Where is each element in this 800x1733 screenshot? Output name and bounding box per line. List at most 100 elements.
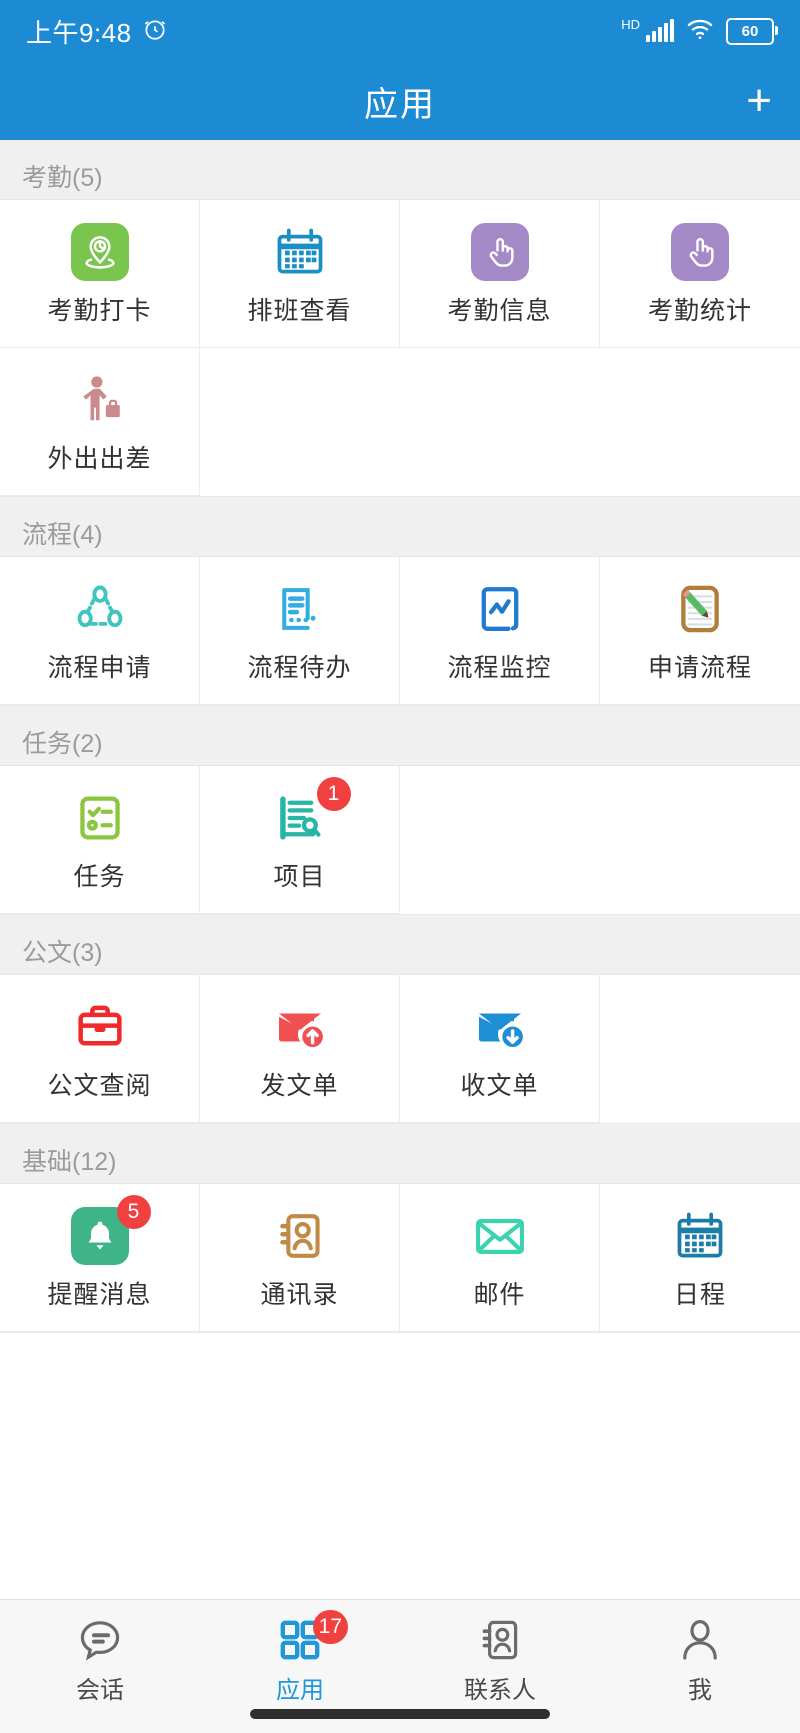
monitor-chart-icon [469, 578, 531, 640]
app-item-label: 任务 [73, 857, 125, 893]
app-item-公文查阅[interactable]: 公文查阅 [0, 975, 200, 1123]
app-grid-empty-cell [400, 348, 600, 496]
item-badge: 5 [117, 1195, 151, 1229]
app-grid: 流程申请 流程待办 流程监控 [0, 557, 800, 706]
chat-bubble-icon [74, 1616, 126, 1664]
envelope-down-icon [469, 996, 531, 1058]
status-bar-right: HD 60 [621, 17, 774, 46]
status-bar-left: 上午9:48 [26, 13, 168, 50]
alarm-clock-icon [142, 16, 168, 47]
add-button[interactable]: + [746, 79, 772, 123]
mail-envelope-icon [469, 1205, 531, 1267]
battery-icon: 60 [726, 18, 774, 45]
section-header: 考勤(5) [0, 140, 800, 200]
app-grid-empty-cell [600, 348, 800, 496]
app-item-邮件[interactable]: 邮件 [400, 1184, 600, 1332]
app-item-申请流程[interactable]: 申请流程 [600, 557, 800, 705]
grid-apps-icon: 17 [274, 1616, 326, 1664]
app-item-label: 排班查看 [247, 291, 351, 327]
checklist-icon [69, 787, 131, 849]
notepad-pencil-icon [669, 578, 731, 640]
app-grid: 考勤打卡 排班查看 [0, 200, 800, 497]
section-header: 公文(3) [0, 915, 800, 975]
tab-联系人[interactable]: 联系人 [400, 1600, 600, 1700]
app-item-label: 外出出差 [47, 439, 151, 475]
app-item-提醒消息[interactable]: 5 提醒消息 [0, 1184, 200, 1332]
app-item-label: 发文单 [260, 1066, 338, 1102]
app-header: 应用 + [0, 62, 800, 140]
app-item-日程[interactable]: 日程 [600, 1184, 800, 1332]
touch-hand-icon [669, 221, 731, 283]
section-header: 基础(12) [0, 1124, 800, 1184]
app-grid-empty-cell [400, 766, 600, 914]
app-item-label: 项目 [273, 857, 325, 893]
app-item-label: 考勤信息 [447, 291, 551, 327]
app-item-收文单[interactable]: 收文单 [400, 975, 600, 1123]
tab-label: 应用 [276, 1670, 324, 1705]
tab-badge: 17 [313, 1610, 348, 1644]
app-item-通讯录[interactable]: 通讯录 [200, 1184, 400, 1332]
app-item-发文单[interactable]: 发文单 [200, 975, 400, 1123]
briefcase-icon [69, 996, 131, 1058]
tab-label: 我 [688, 1670, 712, 1705]
app-grid: 5 提醒消息 通讯录 邮件 [0, 1184, 800, 1333]
envelope-up-icon [269, 996, 331, 1058]
app-item-排班查看[interactable]: 排班查看 [200, 200, 400, 348]
touch-hand-icon [469, 221, 531, 283]
app-item-外出出差[interactable]: 外出出差 [0, 348, 200, 496]
app-item-项目[interactable]: 1 项目 [200, 766, 400, 914]
tab-应用[interactable]: 17应用 [200, 1600, 400, 1700]
tab-label: 联系人 [464, 1670, 536, 1705]
app-grid-empty-cell [600, 975, 800, 1123]
section-header: 任务(2) [0, 706, 800, 766]
app-item-label: 日程 [674, 1275, 726, 1311]
app-item-label: 流程申请 [47, 648, 151, 684]
app-grid-empty-cell [200, 348, 400, 496]
schedule-calendar-icon [669, 1205, 731, 1267]
app-item-label: 邮件 [473, 1275, 525, 1311]
app-item-任务[interactable]: 任务 [0, 766, 200, 914]
app-item-label: 流程待办 [247, 648, 351, 684]
process-network-icon [69, 578, 131, 640]
app-grid-empty-cell [600, 766, 800, 914]
app-item-label: 考勤统计 [648, 291, 752, 327]
bell-icon: 5 [69, 1205, 131, 1267]
app-item-考勤统计[interactable]: 考勤统计 [600, 200, 800, 348]
business-trip-icon [69, 369, 131, 431]
app-item-label: 申请流程 [648, 648, 752, 684]
app-item-考勤信息[interactable]: 考勤信息 [400, 200, 600, 348]
tab-我[interactable]: 我 [600, 1600, 800, 1700]
contacts-icon [474, 1616, 526, 1664]
cellular-signal-icon [646, 20, 674, 42]
tab-label: 会话 [76, 1670, 124, 1705]
tab-会话[interactable]: 会话 [0, 1600, 200, 1700]
hd-icon: HD [621, 17, 640, 32]
app-item-label: 收文单 [460, 1066, 538, 1102]
page-title: 应用 [364, 77, 436, 126]
app-item-label: 提醒消息 [47, 1275, 151, 1311]
app-item-label: 通讯录 [260, 1275, 338, 1311]
battery-level: 60 [742, 23, 759, 40]
app-item-流程监控[interactable]: 流程监控 [400, 557, 600, 705]
app-item-label: 公文查阅 [47, 1066, 151, 1102]
app-sections-scroll[interactable]: 考勤(5) 考勤打卡 [0, 140, 800, 1600]
app-grid: 任务 1 项目 [0, 766, 800, 915]
wifi-icon [686, 17, 714, 46]
app-grid: 公文查阅 发文单 收文单 [0, 975, 800, 1124]
home-indicator [250, 1709, 550, 1719]
document-list-icon [269, 578, 331, 640]
status-time: 上午9:48 [26, 13, 132, 50]
app-item-label: 考勤打卡 [47, 291, 151, 327]
location-clock-icon [69, 221, 131, 283]
app-item-label: 流程监控 [447, 648, 551, 684]
person-icon [674, 1616, 726, 1664]
bottom-tab-bar: 会话 17应用 联系人 我 [0, 1599, 800, 1733]
section-header: 流程(4) [0, 497, 800, 557]
app-item-流程申请[interactable]: 流程申请 [0, 557, 200, 705]
app-item-考勤打卡[interactable]: 考勤打卡 [0, 200, 200, 348]
project-doc-icon: 1 [269, 787, 331, 849]
contact-card-icon [269, 1205, 331, 1267]
calendar-icon [269, 221, 331, 283]
status-bar: 上午9:48 HD 60 [0, 0, 800, 62]
app-item-流程待办[interactable]: 流程待办 [200, 557, 400, 705]
